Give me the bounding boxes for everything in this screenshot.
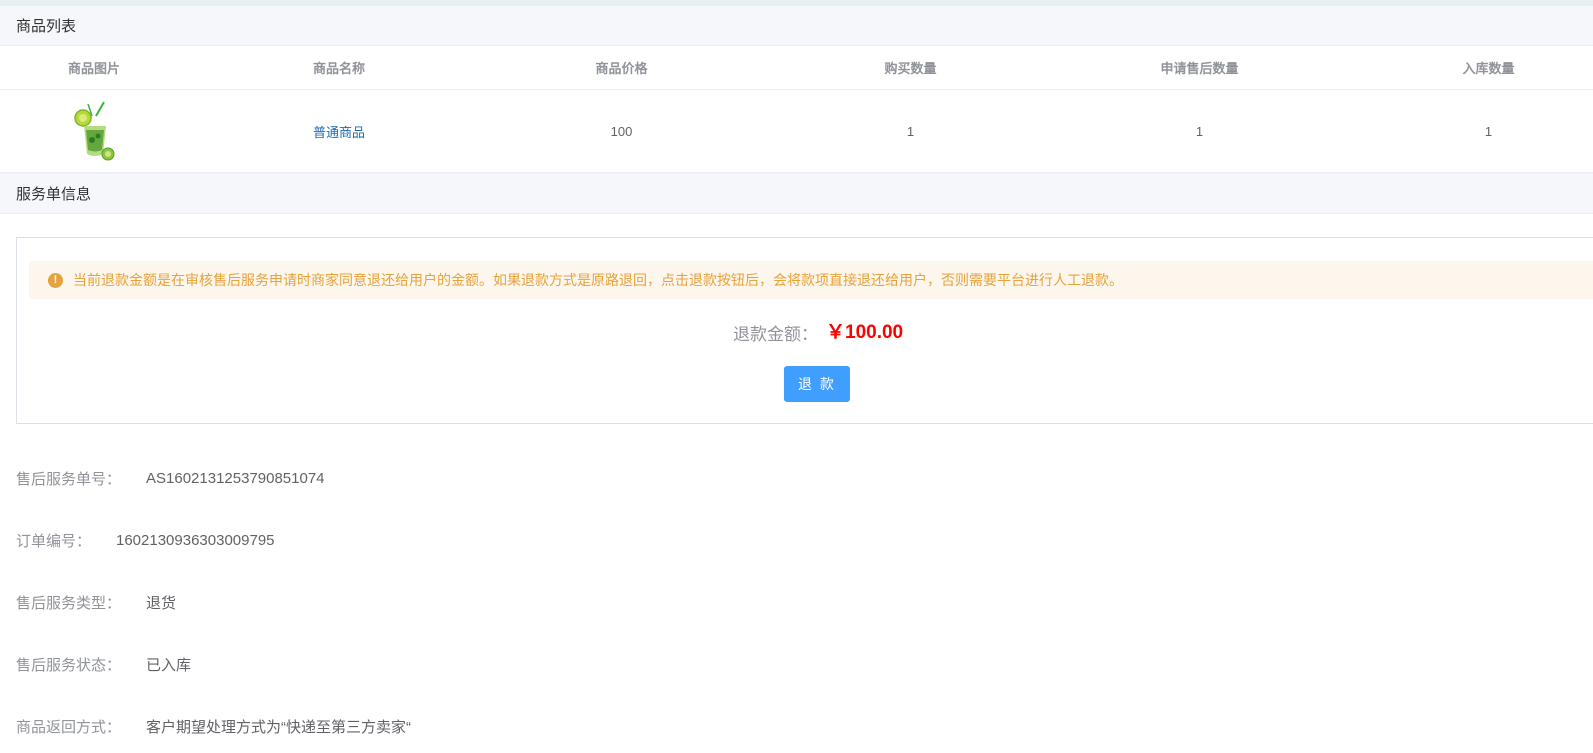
table-row: 普通商品 100 1 1 1	[0, 90, 1593, 173]
order-no-label: 订单编号：	[16, 532, 92, 550]
header-buy-qty: 购买数量	[884, 61, 937, 76]
service-status-label: 售后服务状态：	[16, 656, 122, 674]
service-no-value: AS1602131253790851074	[146, 469, 325, 487]
header-image: 商品图片	[67, 61, 120, 76]
return-method-label: 商品返回方式：	[16, 718, 122, 736]
refund-notice-text: 当前退款金额是在审核售后服务申请时商家同意退还给用户的金额。如果退款方式是原路退…	[73, 272, 1123, 288]
product-name-link[interactable]: 普通商品	[313, 122, 365, 141]
goods-list-header: 商品列表	[0, 6, 1593, 46]
apply-qty-cell: 1	[1195, 123, 1204, 139]
table-header-row: 商品图片 商品名称 商品价格 购买数量 申请售后数量 入库数量	[0, 46, 1593, 90]
refund-notice-alert: ! 当前退款金额是在审核售后服务申请时商家同意退还给用户的金额。如果退款方式是原…	[29, 261, 1593, 299]
service-no-row: 售后服务单号： AS1602131253790851074	[16, 467, 325, 489]
service-type-row: 售后服务类型： 退货	[16, 591, 176, 613]
refund-amount-label: 退款金额：	[733, 325, 818, 344]
goods-table: 商品图片 商品名称 商品价格 购买数量 申请售后数量 入库数量 普通商品 100	[0, 46, 1593, 173]
service-info-title: 服务单信息	[16, 186, 92, 203]
refund-panel: ! 当前退款金额是在审核售后服务申请时商家同意退还给用户的金额。如果退款方式是原…	[16, 237, 1593, 424]
stock-qty-cell: 1	[1484, 123, 1493, 139]
cocktail-drink-image[interactable]	[70, 100, 118, 162]
order-no-row: 订单编号： 1602130936303009795	[16, 529, 275, 551]
goods-list-title: 商品列表	[16, 18, 77, 35]
product-image-cell	[0, 90, 188, 172]
service-info-header: 服务单信息	[0, 173, 1593, 214]
header-price: 商品价格	[595, 61, 648, 76]
price-cell: 100	[610, 123, 633, 139]
order-no-value: 1602130936303009795	[116, 531, 275, 549]
return-method-row: 商品返回方式： 客户期望处理方式为“快递至第三方卖家“	[16, 715, 411, 737]
header-name: 商品名称	[313, 61, 366, 76]
return-method-value: 客户期望处理方式为“快递至第三方卖家“	[146, 718, 411, 736]
service-type-label: 售后服务类型：	[16, 594, 122, 612]
service-no-label: 售后服务单号：	[16, 470, 122, 488]
header-stock-qty: 入库数量	[1462, 61, 1515, 76]
refund-amount-value: ￥100.00	[826, 322, 904, 343]
service-status-row: 售后服务状态： 已入库	[16, 653, 191, 675]
warning-icon: !	[48, 272, 63, 288]
header-apply-qty: 申请售后数量	[1160, 61, 1239, 76]
buy-qty-cell: 1	[906, 123, 915, 139]
refund-button[interactable]: 退 款	[784, 366, 850, 402]
product-name-cell: 普通商品	[188, 90, 477, 172]
service-status-value: 已入库	[146, 656, 192, 674]
service-type-value: 退货	[146, 594, 177, 612]
